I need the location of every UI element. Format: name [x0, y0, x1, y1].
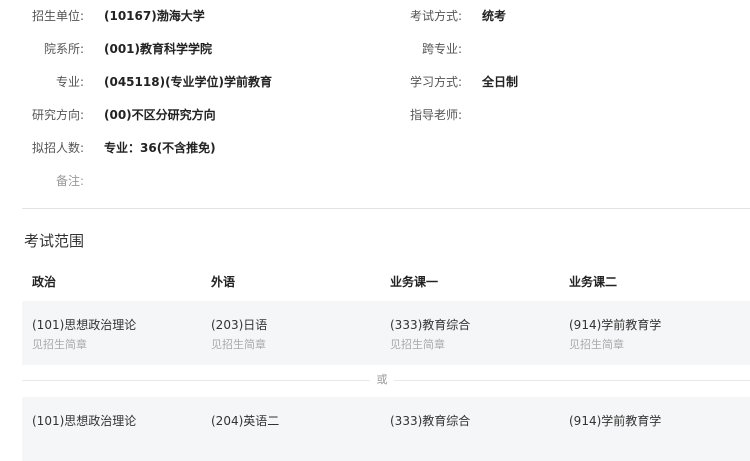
section-divider: [22, 208, 750, 209]
header-course-one: 业务课一: [390, 275, 439, 289]
exam-mode-label: 考试方式:: [409, 9, 462, 23]
header-foreign-language: 外语: [211, 275, 236, 289]
unit-label: 招生单位:: [31, 9, 84, 23]
advisor-label: 指导老师:: [409, 108, 462, 122]
direction-value: (00)不区分研究方向: [104, 108, 216, 122]
study-mode-label: 学习方式:: [409, 75, 462, 89]
info-row-unit: 招生单位: (10167)渤海大学 考试方式: 统考: [0, 0, 750, 33]
subject-name: (101)思想政治理论: [32, 318, 137, 332]
info-row-direction: 研究方向: (00)不区分研究方向 指导老师:: [0, 99, 750, 132]
quota-value: 专业：36(不含推免): [104, 141, 216, 155]
exam-table-header: 政治 外语 业务课一 业务课二: [22, 270, 750, 294]
major-label: 专业:: [55, 75, 84, 89]
subject-note: 见招生简章: [390, 338, 445, 351]
subject-name: (204)英语二: [211, 414, 280, 428]
subject-name: (914)学前教育学: [569, 318, 662, 332]
direction-label: 研究方向:: [31, 108, 84, 122]
exam-mode-value: 统考: [482, 9, 507, 23]
major-value: (045118)(专业学位)学前教育: [104, 75, 273, 89]
subject-name: (203)日语: [211, 318, 268, 332]
exam-scope-title: 考试范围: [24, 232, 85, 250]
subject-note: 见招生简章: [569, 338, 624, 351]
cross-major-label: 跨专业:: [421, 42, 462, 56]
info-row-major: 专业: (045118)(专业学位)学前教育 学习方式: 全日制: [0, 66, 750, 99]
subject-name: (914)学前教育学: [569, 414, 662, 428]
subject-note: 见招生简章: [32, 338, 87, 351]
or-divider-text: 或: [370, 372, 394, 388]
dept-value: (001)教育科学学院: [104, 42, 213, 56]
exam-option-block: (101)思想政治理论 见招生简章 (203)日语 见招生简章 (333)教育综…: [22, 301, 750, 365]
header-course-two: 业务课二: [569, 275, 618, 289]
subject-note: 见招生简章: [211, 338, 266, 351]
dept-label: 院系所:: [43, 42, 84, 56]
exam-option-block: (101)思想政治理论 (204)英语二 (333)教育综合 (914)学前教育…: [22, 397, 750, 461]
study-mode-value: 全日制: [482, 75, 519, 89]
subject-name: (333)教育综合: [390, 318, 471, 332]
info-row-remark: 备注:: [0, 165, 750, 198]
quota-label: 拟招人数:: [31, 141, 84, 155]
subject-name: (101)思想政治理论: [32, 414, 137, 428]
unit-value: (10167)渤海大学: [104, 9, 205, 23]
subject-name: (333)教育综合: [390, 414, 471, 428]
info-row-quota: 拟招人数: 专业：36(不含推免): [0, 132, 750, 165]
info-row-dept: 院系所: (001)教育科学学院 跨专业:: [0, 33, 750, 66]
remark-label: 备注:: [55, 174, 84, 188]
header-politics: 政治: [32, 275, 57, 289]
